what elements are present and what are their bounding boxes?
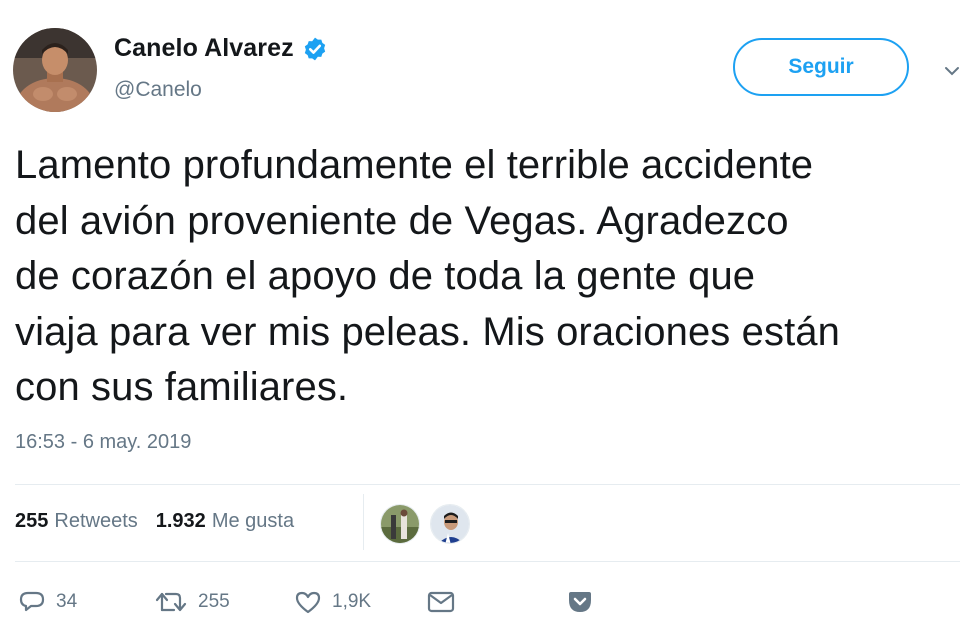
tweet-text-line: del avión proveniente de Vegas. Agradezc… <box>15 198 789 243</box>
retweet-icon <box>155 592 187 612</box>
follow-button[interactable]: Seguir <box>733 38 909 96</box>
retweets-count[interactable]: 255 <box>15 510 48 533</box>
tweet-timestamp[interactable]: 16:53 - 6 may. 2019 <box>15 431 191 454</box>
direct-message-button[interactable] <box>426 588 456 616</box>
envelope-icon <box>427 591 455 613</box>
reply-count: 34 <box>56 591 78 612</box>
tweet-text-line: viaja para ver mis peleas. Mis oraciones… <box>15 309 840 354</box>
like-count: 1,9K <box>332 591 372 612</box>
stats-separator <box>363 494 364 550</box>
tweet-text: Lamento profundamente el terrible accide… <box>15 138 960 416</box>
tweet-text-line: Lamento profundamente el terrible accide… <box>15 143 814 187</box>
reply-icon <box>19 591 45 612</box>
tweet-text-line: con sus familiares. <box>15 365 349 409</box>
likes-label[interactable]: Me gusta <box>212 510 294 533</box>
tweet-card: Canelo Alvarez @Canelo Seguir Lamento pr… <box>0 0 960 640</box>
display-name[interactable]: Canelo Alvarez <box>114 34 294 63</box>
user-name-row: Canelo Alvarez <box>114 34 328 63</box>
verified-icon <box>304 37 325 60</box>
likes-count[interactable]: 1.932 <box>156 510 206 533</box>
heart-icon <box>295 591 321 614</box>
pocket-icon <box>569 592 591 612</box>
tweet-stats: 255 Retweets 1.932 Me gusta <box>15 510 294 533</box>
retweets-label[interactable]: Retweets <box>54 510 137 533</box>
liker-avatar[interactable] <box>430 504 470 544</box>
retweet-count: 255 <box>198 591 230 612</box>
user-handle[interactable]: @Canelo <box>114 78 202 102</box>
avatar[interactable] <box>13 28 97 112</box>
divider <box>15 484 960 485</box>
pocket-button[interactable] <box>566 588 594 616</box>
like-button[interactable]: 1,9K <box>294 588 371 616</box>
divider <box>15 561 960 562</box>
chevron-down-icon[interactable] <box>944 64 960 78</box>
retweet-button[interactable]: 255 <box>154 588 230 616</box>
reply-button[interactable]: 34 <box>18 588 77 616</box>
liker-avatar[interactable] <box>380 504 420 544</box>
tweet-text-line: de corazón el apoyo de toda la gente que <box>15 254 756 298</box>
